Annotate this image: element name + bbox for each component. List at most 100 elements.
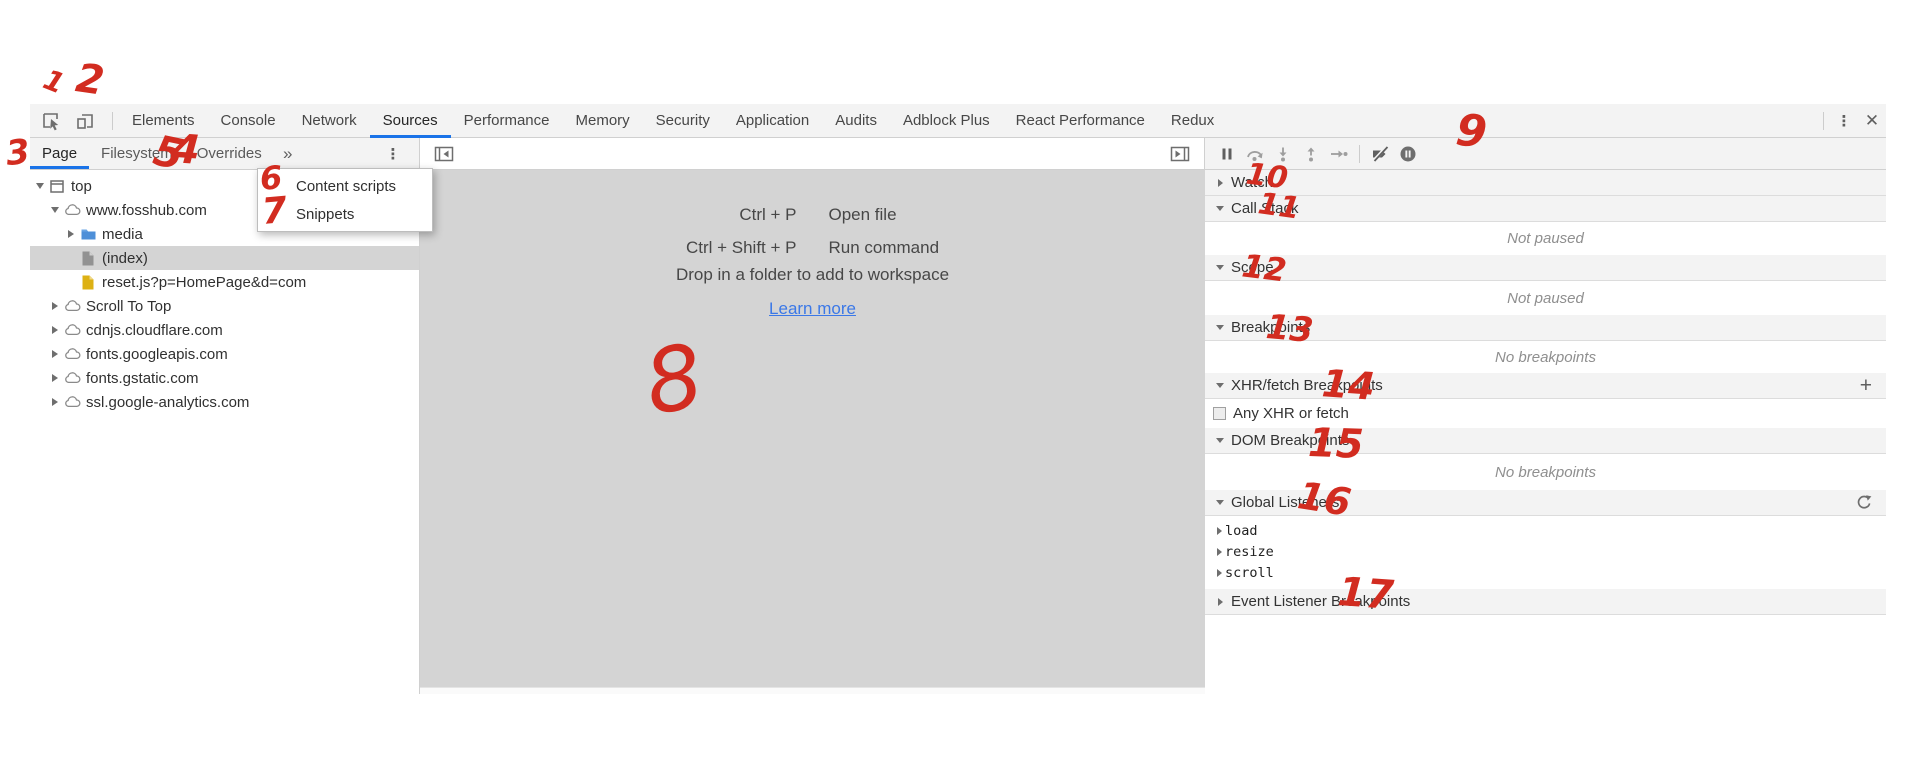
scope-body: Not paused [1205, 281, 1886, 315]
step-icon[interactable] [1325, 141, 1353, 167]
checkbox-label: Any XHR or fetch [1233, 405, 1349, 422]
status-text: Not paused [1507, 230, 1584, 247]
collapsed-arrow-icon [48, 299, 62, 313]
section-label: Event Listener Breakpoints [1231, 593, 1410, 610]
section-label: Watch [1231, 174, 1273, 191]
tab-console[interactable]: Console [208, 104, 289, 138]
cloud-icon [62, 300, 82, 312]
step-over-icon[interactable] [1241, 141, 1269, 167]
show-debugger-panel-icon[interactable] [1166, 141, 1194, 167]
section-xhr-fetch-breakpoints[interactable]: XHR/fetch Breakpoints + [1205, 373, 1886, 399]
section-label: XHR/fetch Breakpoints [1231, 377, 1383, 394]
tree-item-cdnjs-cloudflare-com[interactable]: cdnjs.cloudflare.com [30, 318, 419, 342]
tab-memory[interactable]: Memory [563, 104, 643, 138]
xhr-breakpoints-body: Any XHR or fetch [1205, 399, 1886, 428]
step-into-icon[interactable] [1269, 141, 1297, 167]
pause-on-exceptions-icon[interactable] [1394, 141, 1422, 167]
menu-item-content-scripts[interactable]: Content scripts [258, 172, 432, 200]
close-devtools-icon[interactable]: ✕ [1858, 107, 1886, 135]
tree-item-label: fonts.googleapis.com [86, 346, 228, 363]
learn-more-link[interactable]: Learn more [769, 299, 856, 319]
collapsed-arrow-icon [1213, 595, 1227, 609]
toolbar-divider [112, 112, 113, 130]
tab-sources[interactable]: Sources [370, 104, 451, 138]
listener-resize[interactable]: resize [1205, 541, 1886, 562]
tree-item-label: cdnjs.cloudflare.com [86, 322, 223, 339]
tab-redux[interactable]: Redux [1158, 104, 1227, 138]
section-label: Breakpoints [1231, 319, 1310, 336]
pause-script-icon[interactable] [1213, 141, 1241, 167]
tree-item-label: ssl.google-analytics.com [86, 394, 249, 411]
listener-label: scroll [1225, 565, 1274, 581]
tree-item-fonts-googleapis-com[interactable]: fonts.googleapis.com [30, 342, 419, 366]
annotation-3: 3 [4, 135, 31, 171]
refresh-global-listeners-icon[interactable] [1855, 494, 1872, 511]
status-text: Not paused [1507, 290, 1584, 307]
deactivate-breakpoints-icon[interactable] [1366, 141, 1394, 167]
collapsed-arrow-icon [1213, 524, 1225, 538]
editor-toolbar [420, 138, 1205, 169]
tree-item-label: fonts.gstatic.com [86, 370, 199, 387]
tab-adblock-plus[interactable]: Adblock Plus [890, 104, 1003, 138]
more-tabs-chevron-icon[interactable]: » [274, 140, 302, 168]
tree-item-index[interactable]: (index) [30, 246, 419, 270]
section-label: Scope [1231, 259, 1274, 276]
debugger-toolbar [1205, 138, 1886, 169]
tab-audits[interactable]: Audits [822, 104, 890, 138]
tab-overrides[interactable]: Overrides [185, 138, 274, 169]
more-options-icon[interactable]: ⋮ [1830, 107, 1858, 135]
listener-label: resize [1225, 544, 1274, 560]
device-toolbar-icon[interactable] [72, 108, 98, 134]
cloud-icon [62, 324, 82, 336]
add-xhr-breakpoint-icon[interactable]: + [1860, 375, 1872, 396]
section-watch[interactable]: Watch [1205, 170, 1886, 196]
tree-item-label: Scroll To Top [86, 298, 171, 315]
section-scope[interactable]: Scope [1205, 255, 1886, 281]
hide-navigator-icon[interactable] [430, 141, 458, 167]
status-text: No breakpoints [1495, 349, 1596, 366]
tree-item-reset-js[interactable]: reset.js?p=HomePage&d=com [30, 270, 419, 294]
tree-item-label: (index) [102, 250, 148, 267]
tree-item-label: www.fosshub.com [86, 202, 207, 219]
listener-load[interactable]: load [1205, 520, 1886, 541]
section-dom-breakpoints[interactable]: DOM Breakpoints [1205, 428, 1886, 454]
tab-security[interactable]: Security [643, 104, 723, 138]
section-event-listener-breakpoints[interactable]: Event Listener Breakpoints [1205, 589, 1886, 615]
section-label: Global Listeners [1231, 494, 1339, 511]
section-global-listeners[interactable]: Global Listeners [1205, 490, 1886, 516]
collapsed-arrow-icon [48, 347, 62, 361]
main-toolbar: Elements Console Network Sources Perform… [30, 104, 1886, 138]
content-area: top www.fosshub.com media [30, 170, 1886, 694]
file-icon [78, 251, 98, 266]
tab-react-performance[interactable]: React Performance [1003, 104, 1158, 138]
tree-item-ssl-google-analytics-com[interactable]: ssl.google-analytics.com [30, 390, 419, 414]
tab-page[interactable]: Page [30, 138, 89, 169]
sub-toolbar-row: Page Filesystem Overrides » ⋮ [30, 138, 1886, 170]
collapsed-arrow-icon [48, 371, 62, 385]
folder-icon [78, 228, 98, 240]
script-file-icon [78, 275, 98, 290]
tab-application[interactable]: Application [723, 104, 822, 138]
tree-item-fonts-gstatic-com[interactable]: fonts.gstatic.com [30, 366, 419, 390]
section-call-stack[interactable]: Call Stack [1205, 196, 1886, 222]
toolbar-divider [1359, 145, 1360, 163]
tree-item-scroll-to-top[interactable]: Scroll To Top [30, 294, 419, 318]
cloud-icon [62, 396, 82, 408]
navigator-more-menu-icon[interactable]: ⋮ [379, 140, 407, 168]
main-tab-bar: Elements Console Network Sources Perform… [119, 104, 1227, 138]
cloud-icon [62, 204, 82, 216]
cloud-icon [62, 372, 82, 384]
tab-filesystem[interactable]: Filesystem [89, 138, 185, 169]
inspect-element-icon[interactable] [38, 108, 64, 134]
tab-network[interactable]: Network [289, 104, 370, 138]
step-out-icon[interactable] [1297, 141, 1325, 167]
tab-performance[interactable]: Performance [451, 104, 563, 138]
any-xhr-checkbox[interactable] [1213, 407, 1226, 420]
navigator-tab-bar: Page Filesystem Overrides » ⋮ [30, 138, 420, 169]
collapsed-arrow-icon [48, 323, 62, 337]
section-breakpoints[interactable]: Breakpoints [1205, 315, 1886, 341]
shortcut-action: Run command [828, 231, 939, 264]
tab-elements[interactable]: Elements [119, 104, 208, 138]
listener-scroll[interactable]: scroll [1205, 562, 1886, 583]
menu-item-snippets[interactable]: Snippets [258, 200, 432, 228]
